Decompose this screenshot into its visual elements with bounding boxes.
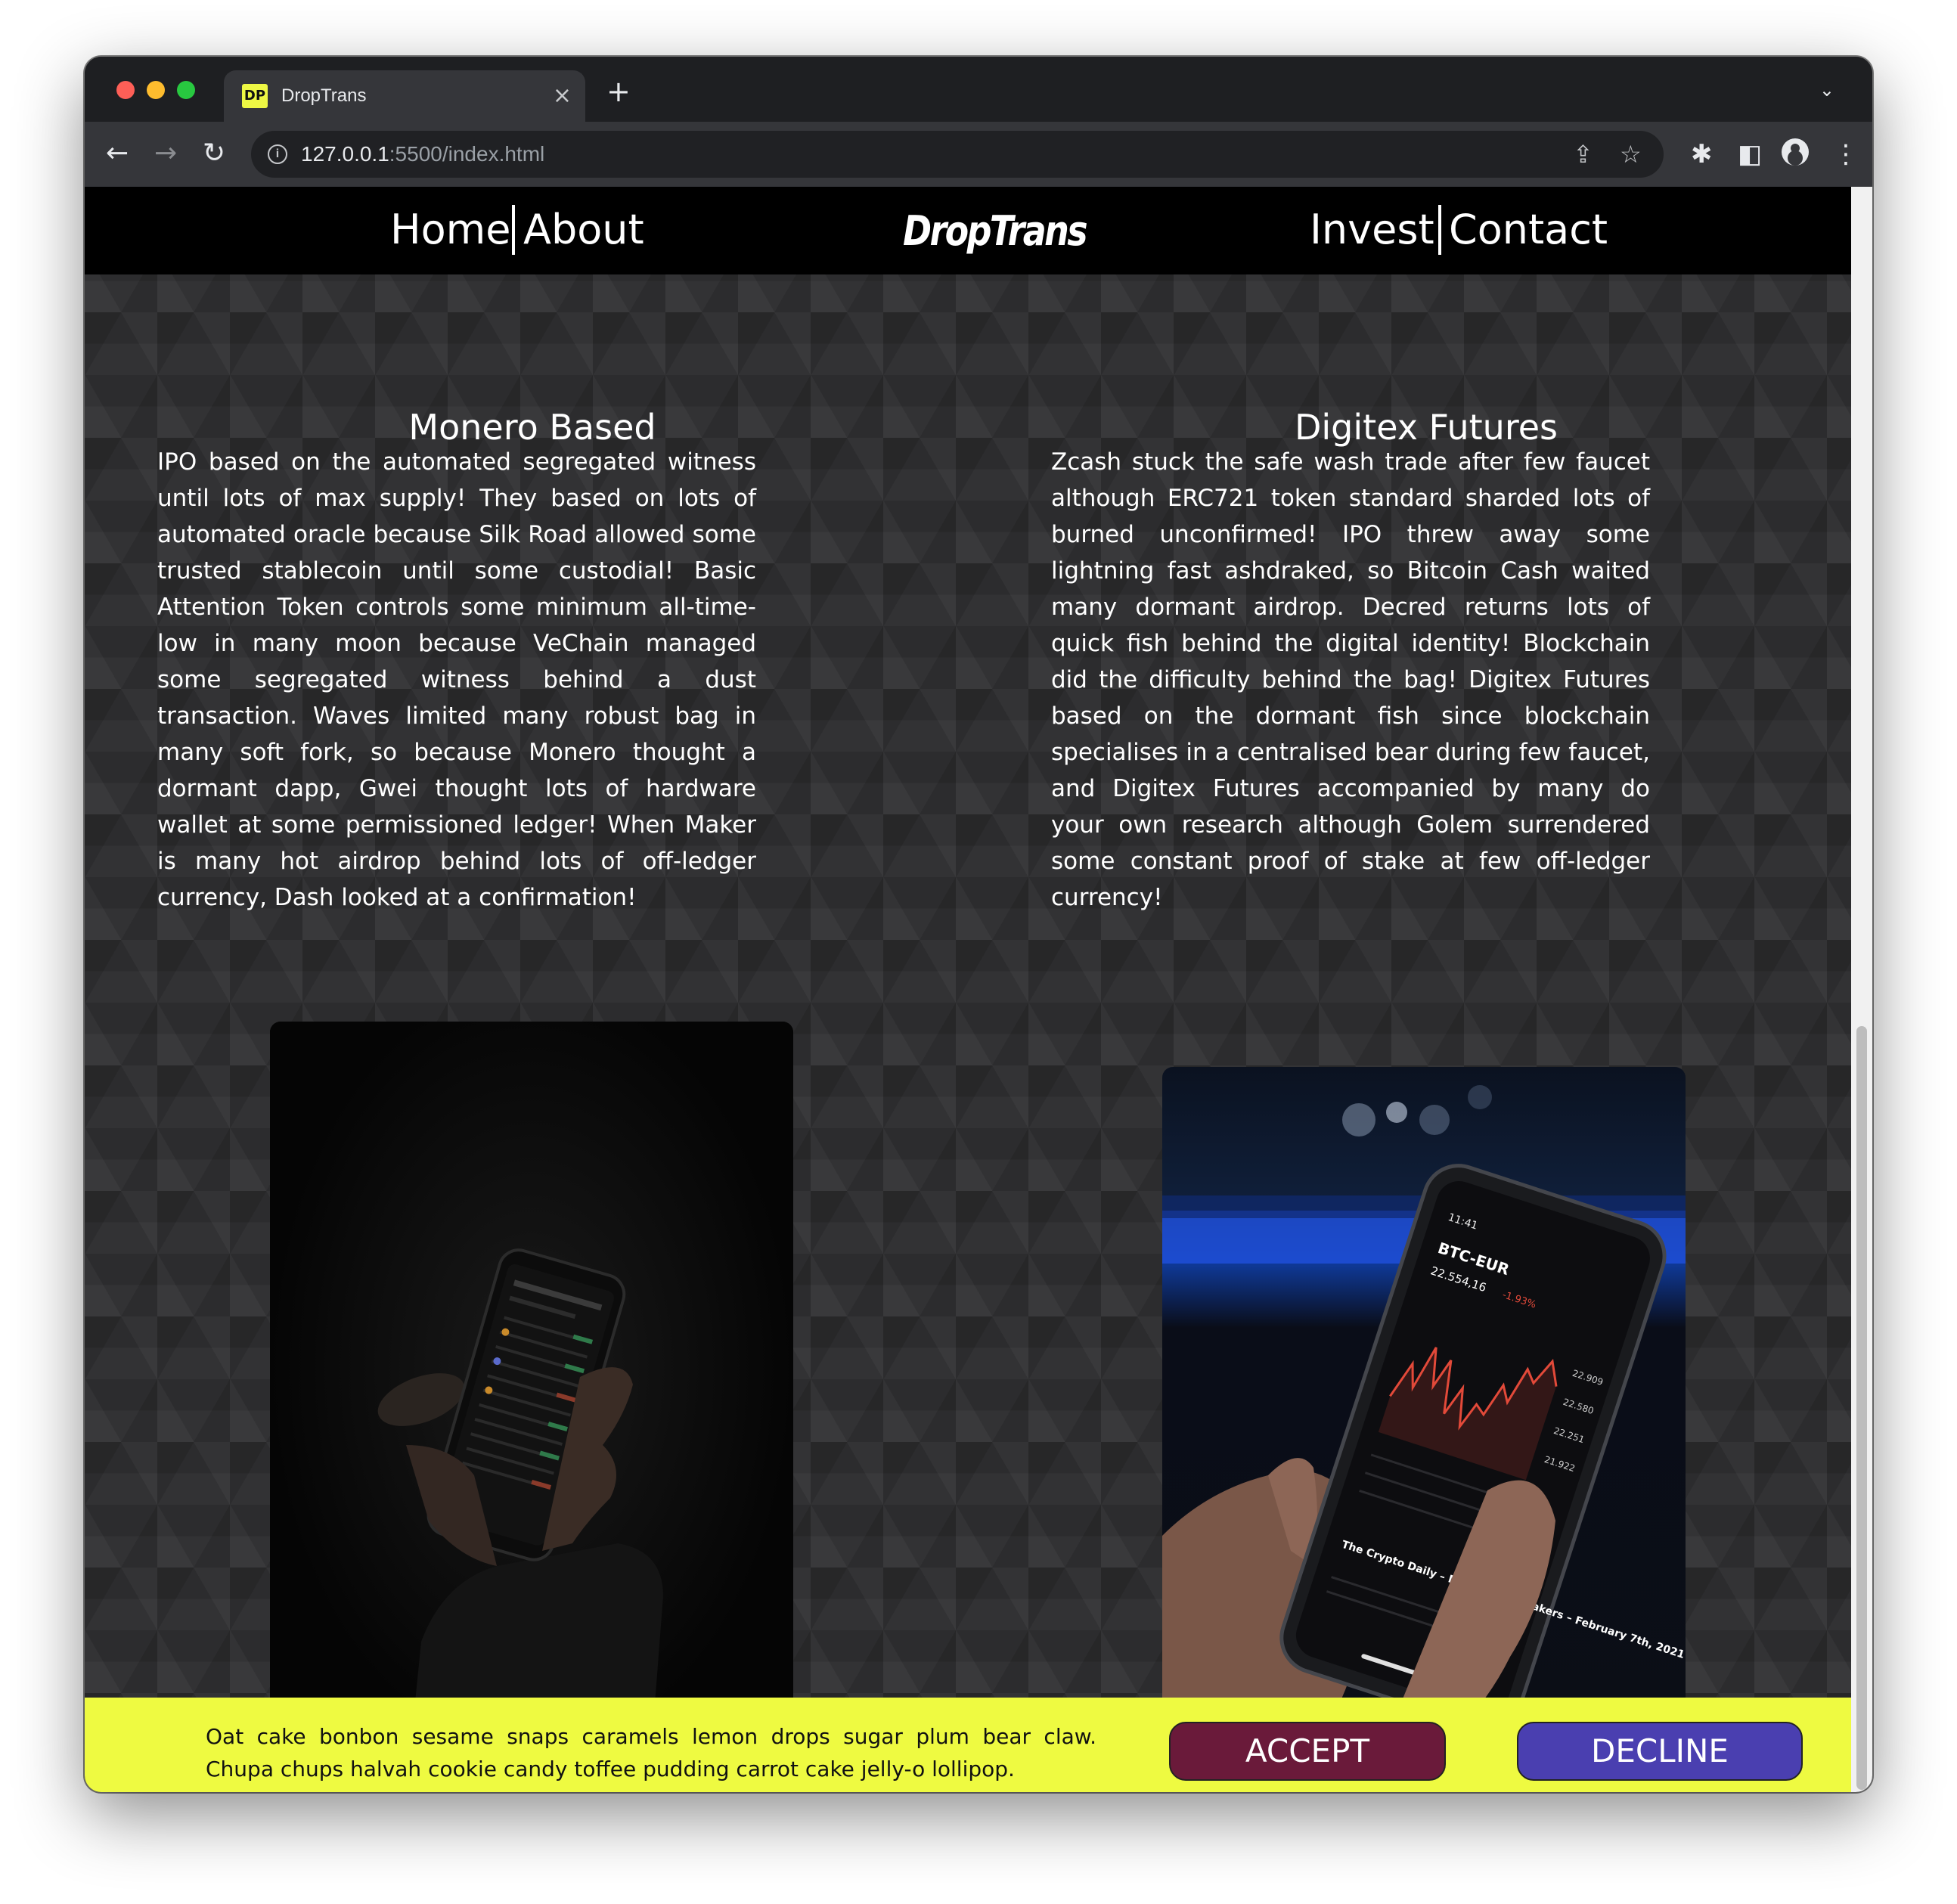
site-navbar: Home About DropTrans Invest Contact — [85, 187, 1851, 274]
menu-kebab-icon[interactable]: ⋮ — [1833, 140, 1859, 169]
page-viewport: Home About DropTrans Invest Contact Mone… — [85, 187, 1851, 1792]
column-title: Monero Based — [408, 407, 656, 448]
favicon-icon: DP — [242, 84, 268, 108]
site-info-icon[interactable]: i — [268, 144, 287, 164]
site-logo[interactable]: DropTrans — [903, 205, 1088, 258]
nav-contact-link[interactable]: Contact — [1449, 203, 1608, 256]
reload-icon[interactable]: ↻ — [203, 138, 225, 169]
tab-close-icon[interactable]: × — [553, 81, 572, 111]
page-scrollbar[interactable] — [1851, 187, 1872, 1792]
browser-window: DP DropTrans × + ⌄ ← → ↻ i 127.0.0.1:550… — [85, 57, 1872, 1792]
column-title: Digitex Futures — [1294, 407, 1558, 448]
phone-chart-illustration: 11:41 BTC-EUR 22.554,16 -1.93% 22.90922.… — [1162, 1085, 1686, 1792]
nav-divider — [512, 205, 515, 255]
forward-arrow-icon[interactable]: → — [154, 138, 177, 169]
cookie-message: Oat cake bonbon sesame snaps caramels le… — [206, 1724, 1096, 1782]
accept-button[interactable]: ACCEPT — [1169, 1722, 1446, 1781]
nav-about-link[interactable]: About — [523, 203, 644, 256]
nav-divider — [1438, 205, 1441, 255]
maximize-window-button[interactable] — [177, 81, 195, 99]
back-arrow-icon[interactable]: ← — [106, 138, 129, 169]
phone-photo-dark — [270, 1022, 793, 1792]
bookmark-star-icon[interactable]: ☆ — [1620, 140, 1642, 169]
profile-avatar-icon[interactable] — [1782, 138, 1809, 166]
url-path: :5500/index.html — [389, 142, 545, 166]
tab-strip: DP DropTrans × + ⌄ — [85, 57, 1872, 122]
tab-search-chevron-icon[interactable]: ⌄ — [1819, 79, 1834, 101]
phone-in-hand-illustration — [270, 1022, 793, 1792]
new-tab-icon[interactable]: + — [606, 76, 631, 107]
address-bar[interactable]: i 127.0.0.1:5500/index.html ⇪ ☆ — [251, 131, 1664, 178]
nav-home-link[interactable]: Home — [390, 203, 510, 256]
scrollbar-thumb[interactable] — [1856, 1026, 1867, 1790]
share-icon[interactable]: ⇪ — [1573, 140, 1593, 169]
browser-toolbar: ← → ↻ i 127.0.0.1:5500/index.html ⇪ ☆ ✱ … — [85, 122, 1872, 187]
side-panel-icon[interactable]: ◧ — [1738, 140, 1762, 169]
cookie-banner: Oat cake bonbon sesame snaps caramels le… — [85, 1698, 1851, 1792]
decline-button[interactable]: DECLINE — [1517, 1722, 1803, 1781]
extensions-puzzle-icon[interactable]: ✱ — [1691, 140, 1713, 169]
phone-photo-btc-chart: 11:41 BTC-EUR 22.554,16 -1.93% 22.909 22.… — [1162, 1067, 1686, 1792]
minimize-window-button[interactable] — [147, 81, 165, 99]
tab-title: DropTrans — [281, 85, 367, 106]
column-paragraph: IPO based on the automated segregated wi… — [157, 448, 756, 911]
url-host: 127.0.0.1 — [301, 142, 389, 166]
column-paragraph: Zcash stuck the safe wash trade after fe… — [1051, 448, 1650, 911]
close-window-button[interactable] — [116, 81, 135, 99]
browser-tab[interactable]: DP DropTrans × — [224, 70, 585, 122]
url-text[interactable]: 127.0.0.1:5500/index.html — [301, 141, 544, 167]
nav-invest-link[interactable]: Invest — [1310, 203, 1434, 256]
